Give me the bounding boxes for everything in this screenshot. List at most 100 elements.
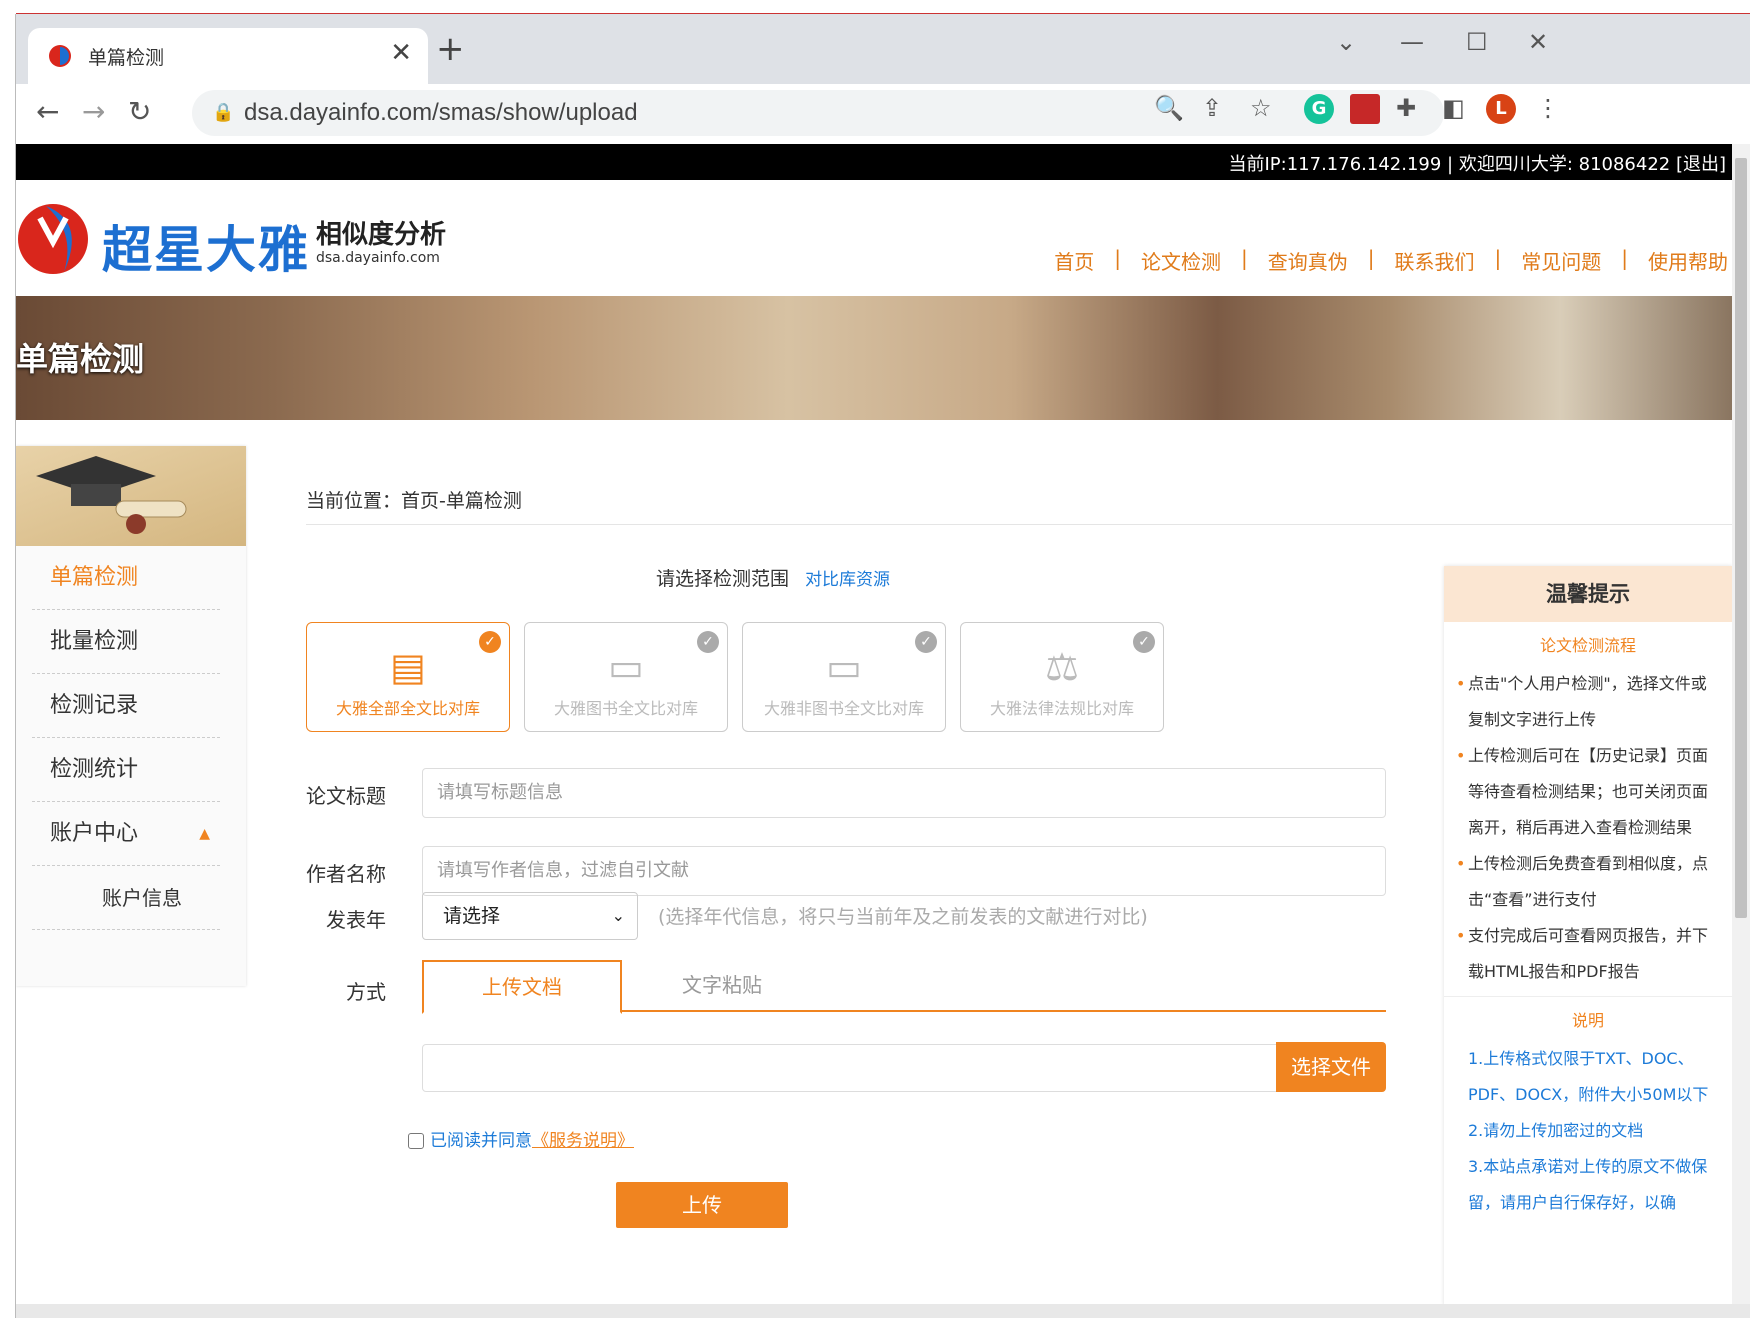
forward-icon[interactable]: → [82, 94, 105, 130]
flow-item-text: 点击"个人用户检测"，选择文件或复制文字进行上传 [1468, 674, 1707, 729]
vertical-scrollbar[interactable] [1732, 144, 1750, 1304]
flow-item: • 支付完成后可查看网页报告，并下载HTML报告和PDF报告 [1444, 918, 1732, 990]
nav-separator: | [1114, 246, 1121, 270]
note-item: 2.请勿上传加密过的文档 [1468, 1121, 1644, 1140]
brand-name: 超星大雅 [102, 221, 310, 279]
sidebar-item-account-center[interactable]: 账户中心 ▲ [32, 802, 220, 866]
checked-icon: ✓ [697, 631, 719, 653]
chevron-down-icon: ⌄ [611, 906, 625, 925]
lib-option-non-books[interactable]: ▭ 大雅非图书全文比对库 ✓ [742, 622, 946, 732]
scope-resource-link[interactable]: 对比库资源 [805, 570, 890, 590]
main-nav: 首页 | 论文检测 | 查询真伪 | 联系我们 | 常见问题 | 使用帮助 [1034, 246, 1732, 275]
sidebar-item-check-records[interactable]: 检测记录 [32, 674, 220, 738]
bullet-icon: • [1456, 854, 1466, 873]
tab-title: 单篇检测 [88, 47, 165, 69]
author-input[interactable]: 请填写作者信息，过滤自引文献 [422, 846, 1386, 896]
maximize-icon[interactable]: ☐ [1466, 28, 1488, 56]
lib-label: 大雅法律法规比对库 [989, 699, 1134, 718]
brand-subtitle: 相似度分析 [316, 220, 447, 250]
zoom-icon[interactable]: 🔍 [1154, 94, 1184, 122]
share-icon[interactable]: ⇪ [1202, 94, 1222, 122]
nav-separator: | [1621, 246, 1628, 270]
year-select-value: 请选择 [443, 905, 501, 927]
window-close-icon[interactable]: ✕ [1528, 28, 1548, 56]
new-tab-button[interactable]: + [436, 32, 465, 66]
browser-window: 单篇检测 ✕ + ⌄ — ☐ ✕ ← → ↻ 🔒 dsa.dayainfo.co… [16, 14, 1750, 1318]
tab-upload-document[interactable]: 上传文档 [422, 960, 622, 1014]
site-favicon-icon [49, 45, 71, 67]
bookmark-star-icon[interactable]: ☆ [1250, 94, 1272, 122]
lib-label: 大雅全部全文比对库 [335, 699, 480, 718]
book-icon: ▭ [608, 645, 644, 689]
divider [306, 524, 1732, 525]
lib-label: 大雅非图书全文比对库 [763, 699, 924, 718]
sidebar: 单篇检测 批量检测 检测记录 检测统计 账户中心 ▲ 账户信息 [16, 446, 246, 986]
nav-verify[interactable]: 查询真伪 [1248, 246, 1368, 275]
horizontal-scrollbar[interactable] [16, 1304, 1750, 1318]
nav-faq[interactable]: 常见问题 [1501, 246, 1621, 275]
agree-checkbox[interactable] [408, 1133, 424, 1149]
grammarly-extension-icon[interactable]: G [1304, 94, 1334, 124]
web-page: 当前IP:117.176.142.199 | 欢迎四川大学: 81086422 … [16, 144, 1732, 1304]
book-extension-icon[interactable] [1350, 94, 1380, 124]
sidebar-item-check-stats[interactable]: 检测统计 [32, 738, 220, 802]
flow-item: • 上传检测后免费查看到相似度，点击“查看”进行支付 [1444, 846, 1732, 918]
tab-paste-text[interactable]: 文字粘贴 [622, 960, 822, 1012]
back-icon[interactable]: ← [36, 94, 59, 130]
extensions-puzzle-icon[interactable]: ✚ [1396, 94, 1416, 122]
reload-icon[interactable]: ↻ [128, 94, 151, 130]
sidebar-item-batch-check[interactable]: 批量检测 [32, 610, 220, 674]
nav-contact[interactable]: 联系我们 [1375, 246, 1495, 275]
file-path-field[interactable] [422, 1044, 1286, 1092]
choose-file-button[interactable]: 选择文件 [1276, 1042, 1386, 1092]
note-title: 说明 [1571, 1011, 1604, 1030]
browser-toolbar: ← → ↻ 🔒 dsa.dayainfo.com/smas/show/uploa… [16, 84, 1750, 144]
bullet-icon: • [1456, 746, 1466, 765]
upload-button[interactable]: 上传 [616, 1182, 788, 1228]
mode-tabs: 上传文档 文字粘贴 [422, 960, 1386, 1014]
menu-kebab-icon[interactable]: ⋮ [1536, 94, 1560, 122]
side-panel-icon[interactable]: ◧ [1442, 94, 1465, 122]
divider [1444, 996, 1732, 997]
scope-heading: 请选择检测范围 对比库资源 [656, 564, 890, 591]
breadcrumb: 当前位置：首页-单篇检测 [306, 490, 522, 512]
author-label: 作者名称 [306, 862, 386, 886]
close-tab-icon[interactable]: ✕ [390, 38, 412, 68]
ip-welcome-text[interactable]: 当前IP:117.176.142.199 | 欢迎四川大学: 81086422 … [1229, 150, 1727, 176]
graduation-cap-image [16, 446, 246, 546]
lib-option-books[interactable]: ▭ 大雅图书全文比对库 ✓ [524, 622, 728, 732]
note-item: 1.上传格式仅限于TXT、DOC、PDF、DOCX，附件大小50M以下 [1468, 1049, 1709, 1104]
tips-title: 温馨提示 [1444, 566, 1732, 622]
tab-search-icon[interactable]: ⌄ [1336, 28, 1356, 56]
checked-icon: ✓ [915, 631, 937, 653]
nav-home[interactable]: 首页 [1034, 246, 1114, 275]
title-input[interactable]: 请填写标题信息 [422, 768, 1386, 818]
scrollbar-thumb[interactable] [1735, 158, 1747, 918]
lib-option-all[interactable]: ▤ 大雅全部全文比对库 ✓ [306, 622, 510, 732]
sidebar-item-account-info[interactable]: 账户信息 [32, 866, 220, 930]
profile-avatar[interactable]: L [1486, 94, 1516, 124]
nav-help[interactable]: 使用帮助 [1628, 246, 1732, 275]
year-select[interactable]: 请选择 ⌄ [422, 892, 638, 940]
note-item: 3.本站点承诺对上传的原文不做保留，请用户自行保存好，以确 [1468, 1157, 1708, 1212]
year-hint: (选择年代信息，将只与当前年及之前发表的文献进行对比) [658, 906, 1148, 928]
user-info-bar: 当前IP:117.176.142.199 | 欢迎四川大学: 81086422 … [16, 144, 1732, 180]
tab-strip: 单篇检测 ✕ + ⌄ — ☐ ✕ [16, 14, 1750, 84]
document-search-icon: ▤ [390, 645, 426, 689]
agreement-row: 已阅读并同意《服务说明》 [408, 1126, 634, 1151]
bullet-icon: • [1456, 926, 1466, 945]
bullet-icon: • [1456, 674, 1466, 693]
banner-title: 单篇检测 [16, 340, 145, 378]
service-terms-link[interactable]: 《服务说明》 [532, 1131, 634, 1151]
nav-paper-check[interactable]: 论文检测 [1121, 246, 1241, 275]
sidebar-item-label: 账户中心 [50, 821, 139, 846]
minimize-icon[interactable]: — [1400, 28, 1424, 56]
page-banner: 单篇检测 [16, 296, 1732, 420]
lib-option-law[interactable]: ⚖ 大雅法律法规比对库 ✓ [960, 622, 1164, 732]
flow-item-text: 上传检测后可在【历史记录】页面等待查看检测结果；也可关闭页面离开，稍后再进入查看… [1468, 746, 1709, 837]
nav-separator: | [1494, 246, 1502, 270]
sidebar-item-single-check[interactable]: 单篇检测 [32, 546, 220, 610]
chaoxing-logo-icon[interactable] [16, 202, 90, 276]
flow-title: 论文检测流程 [1539, 636, 1636, 655]
browser-tab[interactable]: 单篇检测 ✕ [28, 28, 428, 84]
